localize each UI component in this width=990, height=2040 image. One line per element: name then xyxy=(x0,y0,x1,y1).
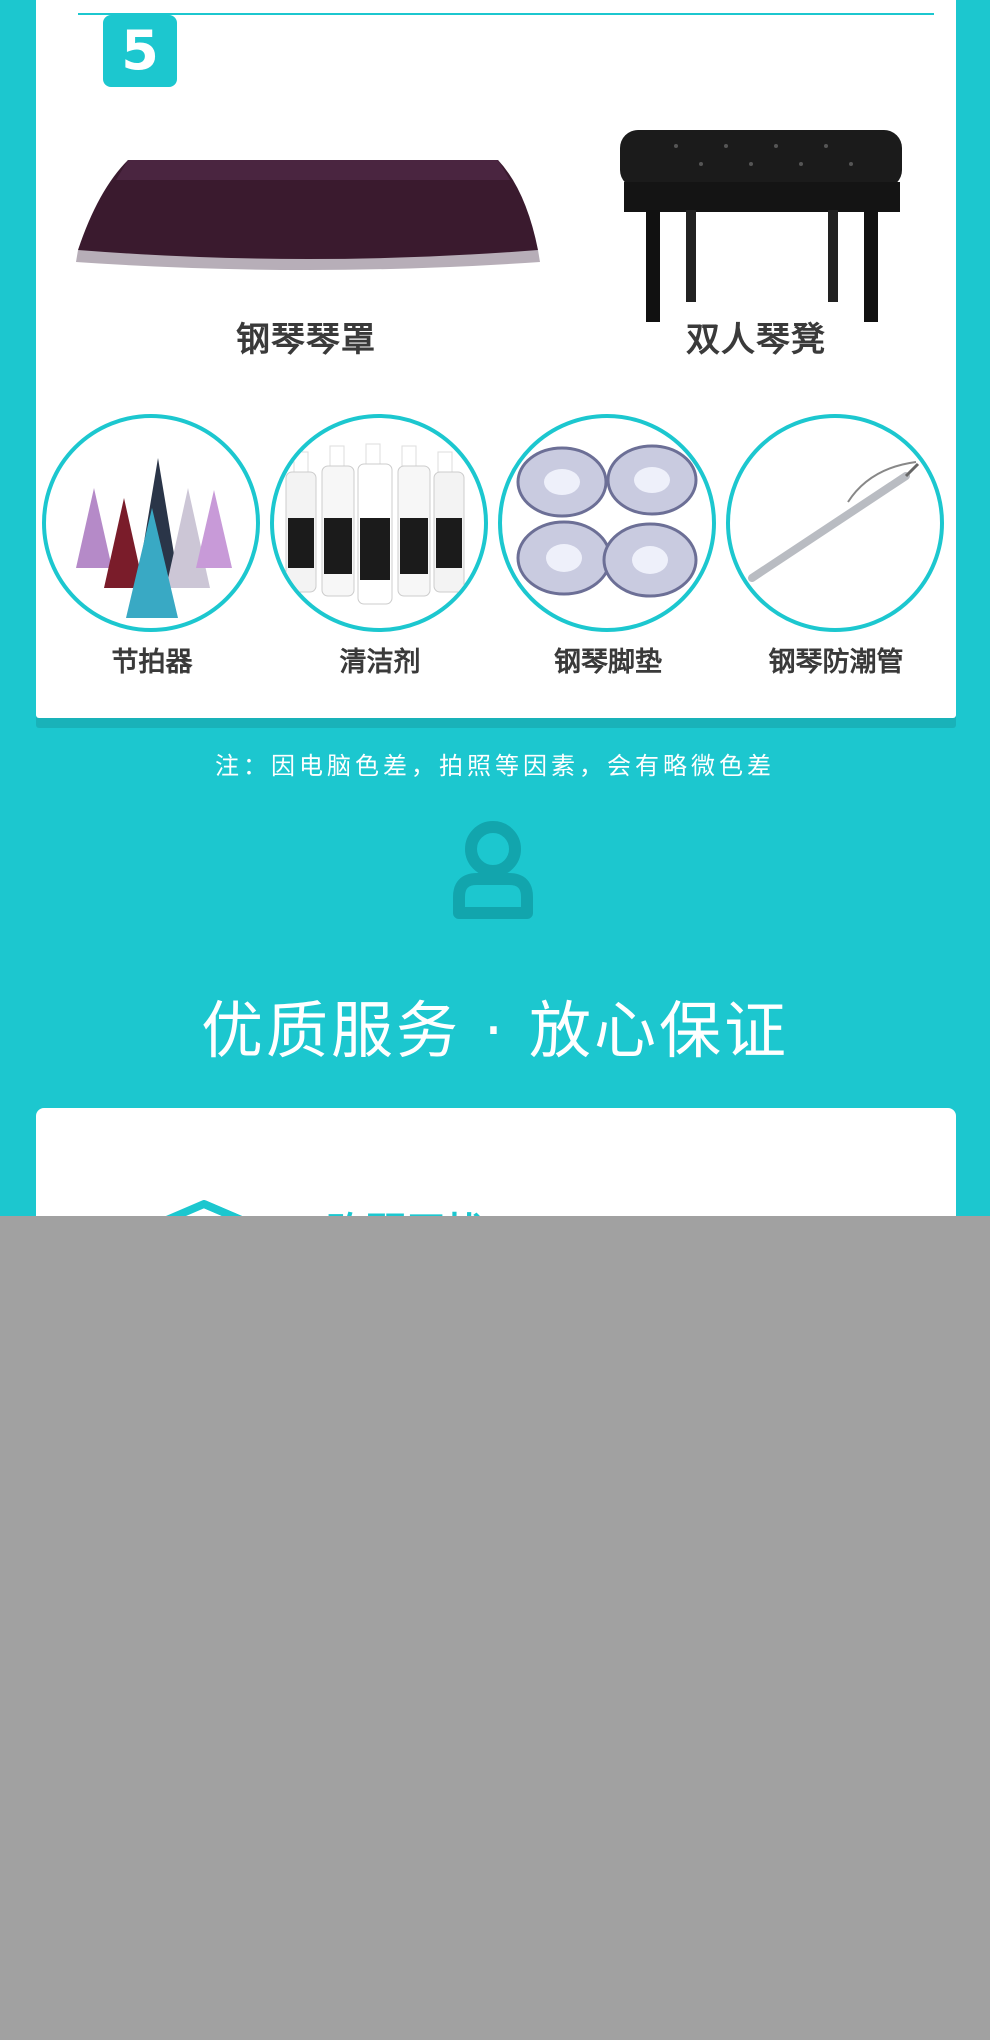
piano-cover-image xyxy=(76,160,540,270)
person-icon xyxy=(453,821,533,919)
divider xyxy=(78,13,934,15)
dehumidifier-rod-image xyxy=(726,414,944,632)
piano-bench-image xyxy=(620,130,902,322)
gray-overlay xyxy=(0,1216,990,2040)
accessories-card: 5 钢琴琴罩 双人琴凳 节拍器 清洁剂 钢琴脚垫 钢琴防潮管 xyxy=(36,0,956,718)
accessory-label-0: 节拍器 xyxy=(111,647,193,678)
step-number-badge: 5 xyxy=(103,15,177,87)
color-difference-note: 注：因电脑色差，拍照等因素，会有略微色差 xyxy=(215,752,775,780)
accessory-label-1: 清洁剂 xyxy=(339,647,421,678)
cleaner-bottle-image xyxy=(270,414,488,632)
service-slogan: 优质服务 · 放心保证 xyxy=(200,994,790,1067)
featured-item-label-1: 双人琴凳 xyxy=(686,320,826,360)
metronome-image xyxy=(42,414,260,632)
featured-item-label-0: 钢琴琴罩 xyxy=(236,320,376,360)
accessory-label-3: 钢琴防潮管 xyxy=(768,647,904,678)
accessory-label-2: 钢琴脚垫 xyxy=(554,647,662,678)
caster-cup-image xyxy=(498,414,716,632)
